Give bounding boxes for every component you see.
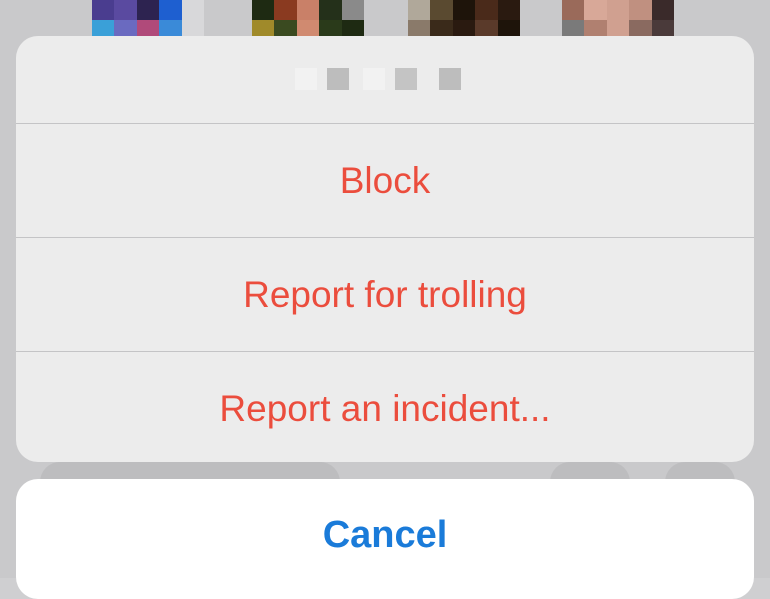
cancel-sheet: Cancel	[16, 479, 754, 599]
block-button-label: Block	[339, 159, 431, 201]
action-sheet-header	[16, 36, 754, 124]
action-sheet: Block Report for trolling Report an inci…	[16, 36, 754, 462]
report-incident-button-label: Report an incident...	[219, 387, 551, 429]
pixelated-avatar-icon	[252, 0, 364, 40]
report-trolling-button-label: Report for trolling	[243, 273, 527, 315]
report-trolling-button[interactable]: Report for trolling	[16, 237, 754, 351]
report-incident-button[interactable]: Report an incident...	[16, 351, 754, 462]
cancel-button[interactable]: Cancel	[323, 514, 448, 557]
block-button[interactable]: Block	[16, 124, 754, 237]
pixelated-avatar-icon	[562, 0, 674, 40]
pixelated-avatar-icon	[408, 0, 520, 40]
pixelated-title	[295, 67, 475, 92]
pixelated-avatar-icon	[92, 0, 204, 40]
